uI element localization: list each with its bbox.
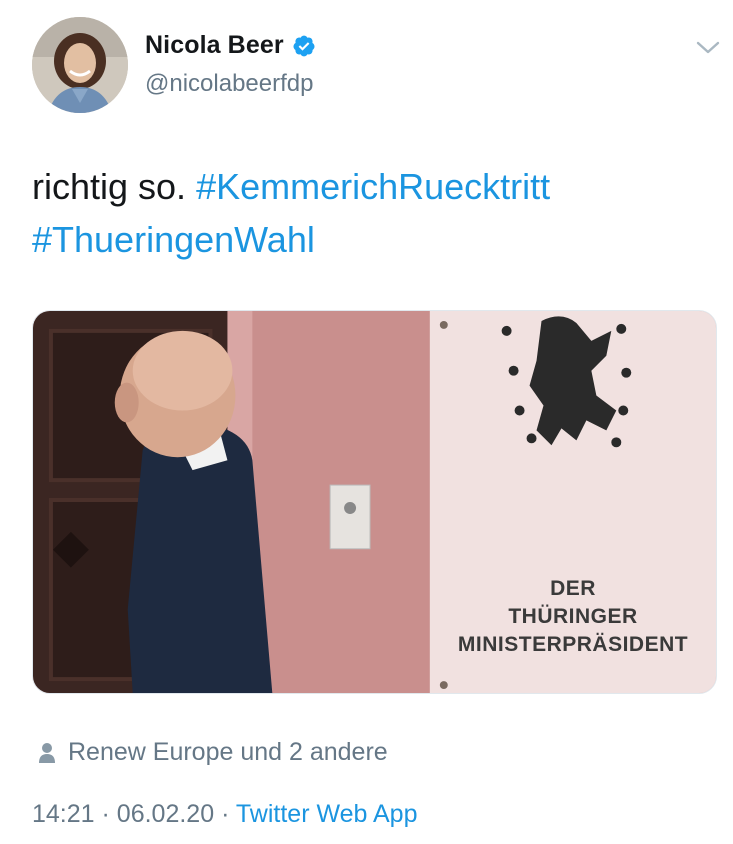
author-handle[interactable]: @nicolabeerfdp <box>145 70 313 98</box>
tweet-text: richtig so. #KemmerichRuecktritt #Thuerin… <box>32 160 712 266</box>
tweet-time[interactable]: 14:21 <box>32 800 95 828</box>
author-name-row[interactable]: Nicola Beer <box>145 31 316 60</box>
tweet-meta: 14:21 · 06.02.20 · Twitter Web App <box>32 800 417 829</box>
hashtag-link[interactable]: #KemmerichRuecktritt <box>196 166 550 207</box>
sign-line: MINISTERPRÄSIDENT <box>457 633 689 656</box>
liked-by-row[interactable]: Renew Europe und 2 andere <box>38 738 388 767</box>
person-icon <box>39 742 55 763</box>
verified-badge-icon <box>293 35 315 56</box>
tweet-photo[interactable]: DER THÜRINGER MINISTERPRÄSIDENT <box>32 310 717 694</box>
meta-separator: · <box>101 800 110 828</box>
sign-line: THÜRINGER <box>508 605 638 628</box>
liked-by-text[interactable]: Renew Europe und 2 andere <box>68 738 388 767</box>
tweet-plain-text: richtig so. <box>32 166 197 207</box>
sign-text: DER THÜRINGER MINISTERPRÄSIDENT <box>448 575 698 659</box>
hashtag-link[interactable]: #ThueringenWahl <box>32 219 315 260</box>
meta-separator: · <box>221 800 230 828</box>
author-name[interactable]: Nicola Beer <box>145 31 284 60</box>
tweet-date[interactable]: 06.02.20 <box>117 800 214 828</box>
tweet-source-link[interactable]: Twitter Web App <box>236 800 418 828</box>
sign-line: DER <box>550 577 596 600</box>
chevron-down-icon[interactable] <box>695 39 721 57</box>
avatar[interactable] <box>32 17 128 113</box>
